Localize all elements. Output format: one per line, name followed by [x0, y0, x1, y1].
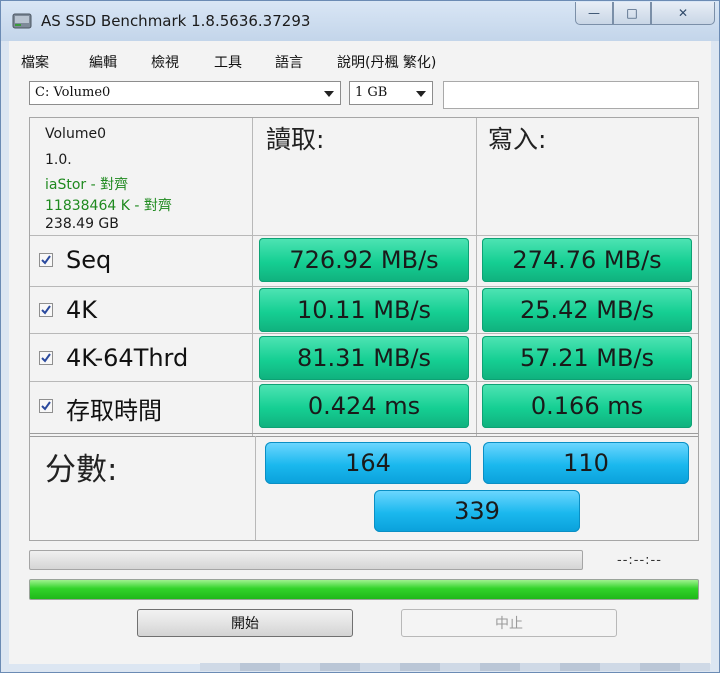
maximize-button[interactable]: □ — [613, 2, 651, 25]
check-icon — [41, 353, 51, 363]
client-area: 檔案 編輯 檢視 工具 語言 說明(丹楓 繁化) C: Volume0 1 GB — [9, 41, 711, 664]
seq-read-result: 726.92 MB/s — [259, 238, 469, 282]
4k-label: 4K — [66, 296, 98, 324]
drive-name: Volume0 — [45, 126, 106, 142]
menu-edit[interactable]: 編輯 — [89, 52, 117, 72]
access-time-write-result: 0.166 ms — [482, 384, 692, 428]
size-select[interactable]: 1 GB — [349, 81, 433, 105]
menu-tools[interactable]: 工具 — [214, 52, 242, 72]
score-read: 164 — [265, 442, 471, 484]
check-icon — [41, 305, 51, 315]
elapsed-time: --:--:-- — [617, 553, 662, 568]
read-header: 讀取: — [266, 125, 325, 154]
4k-64thrd-checkbox[interactable] — [39, 351, 53, 365]
menu-view[interactable]: 檢視 — [151, 52, 179, 72]
check-icon — [41, 401, 51, 411]
seq-write-result: 274.76 MB/s — [482, 238, 692, 282]
menu-file[interactable]: 檔案 — [21, 52, 49, 72]
minimize-button[interactable]: — — [575, 2, 613, 25]
drive-select-value: C: Volume0 — [35, 85, 111, 100]
window-title: AS SSD Benchmark 1.8.5636.37293 — [41, 12, 311, 30]
4k-read-result: 10.11 MB/s — [259, 288, 469, 332]
seq-label: Seq — [66, 246, 112, 274]
drive-capacity: 238.49 GB — [45, 216, 119, 232]
results-grid: Volume0 1.0. iaStor - 對齊 11838464 K - 對齊… — [29, 117, 699, 541]
check-icon — [41, 255, 51, 265]
chevron-down-icon[interactable] — [324, 91, 334, 97]
chevron-down-icon[interactable] — [416, 91, 426, 97]
stop-button[interactable]: 中止 — [401, 609, 617, 637]
description-input[interactable] — [443, 81, 699, 109]
4k-64thrd-label: 4K-64Thrd — [66, 344, 189, 372]
driver-status: iaStor - 對齊 — [45, 177, 129, 193]
drive-select[interactable]: C: Volume0 — [29, 81, 341, 105]
4k-checkbox[interactable] — [39, 303, 53, 317]
as-ssd-window: AS SSD Benchmark 1.8.5636.37293 — □ ✕ 檔案… — [0, 0, 720, 673]
4k-write-result: 25.42 MB/s — [482, 288, 692, 332]
close-button[interactable]: ✕ — [651, 2, 715, 25]
total-progress-bar — [29, 579, 699, 600]
score-label: 分數: — [45, 452, 118, 488]
alignment-status: 11838464 K - 對齊 — [45, 198, 172, 214]
app-icon — [12, 13, 32, 29]
menu-language[interactable]: 語言 — [275, 52, 303, 72]
access-time-checkbox[interactable] — [39, 399, 53, 413]
4k-64thrd-write-result: 57.21 MB/s — [482, 336, 692, 380]
size-select-value: 1 GB — [355, 85, 388, 100]
access-time-read-result: 0.424 ms — [259, 384, 469, 428]
background-strip — [200, 663, 710, 671]
menu-help[interactable]: 說明(丹楓 繁化) — [337, 52, 436, 72]
title-bar[interactable]: AS SSD Benchmark 1.8.5636.37293 — □ ✕ — [1, 1, 719, 41]
score-write: 110 — [483, 442, 689, 484]
start-button[interactable]: 開始 — [137, 609, 353, 637]
menu-bar: 檔案 編輯 檢視 工具 語言 說明(丹楓 繁化) — [9, 41, 711, 75]
test-progress-bar — [29, 550, 583, 570]
score-total: 339 — [374, 490, 580, 532]
seq-checkbox[interactable] — [39, 253, 53, 267]
4k-64thrd-read-result: 81.31 MB/s — [259, 336, 469, 380]
write-header: 寫入: — [488, 125, 547, 154]
access-time-label: 存取時間 — [66, 397, 162, 425]
drive-version: 1.0. — [45, 152, 72, 168]
